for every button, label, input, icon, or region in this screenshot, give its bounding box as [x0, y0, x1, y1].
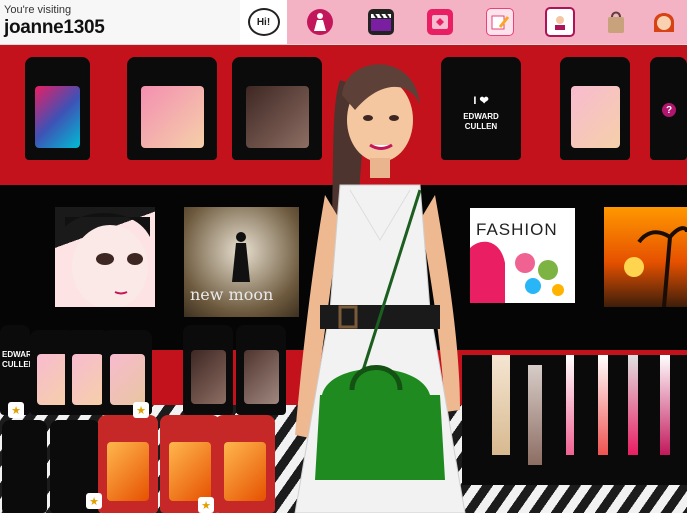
tab-hi[interactable]: Hi! — [240, 0, 287, 44]
notepad-pencil-icon — [485, 8, 514, 36]
star-badge-icon: ★ — [133, 402, 149, 418]
hanging-item[interactable] — [628, 355, 638, 455]
tshirt-item[interactable] — [25, 57, 90, 160]
star-badge-icon: ★ — [198, 497, 214, 513]
hanging-item[interactable] — [492, 355, 510, 455]
anime-girl-poster[interactable] — [55, 207, 155, 309]
tshirt-item[interactable] — [183, 325, 233, 415]
shopping-bag-icon — [603, 9, 629, 35]
tab-avatar[interactable] — [640, 0, 687, 44]
tshirt-item[interactable] — [127, 57, 217, 160]
tab-album[interactable] — [416, 0, 463, 44]
top-bar: You're visiting joanne1305 Hi! — [0, 0, 687, 45]
visited-username[interactable]: joanne1305 — [4, 17, 105, 39]
star-badge-icon: ★ — [8, 402, 24, 418]
help-button[interactable]: ? — [662, 103, 676, 117]
sunset-palm-poster[interactable] — [604, 207, 687, 308]
tab-dollz[interactable] — [296, 0, 343, 44]
visiting-label: You're visiting — [4, 4, 72, 16]
tshirt-text-line: EDWARD — [2, 350, 38, 359]
photo-album-icon — [426, 9, 453, 35]
speech-bubble-icon: Hi! — [247, 8, 280, 36]
anime-face-illustration — [65, 213, 150, 309]
avatar-model[interactable] — [270, 50, 490, 513]
tab-movies[interactable] — [357, 0, 404, 44]
star-badge-icon: ★ — [86, 493, 102, 509]
tab-bar: Hi! — [240, 0, 687, 44]
tab-shop[interactable] — [592, 0, 639, 44]
hanging-item[interactable] — [528, 365, 542, 465]
tshirt-item[interactable] — [560, 57, 630, 160]
clapperboard-icon — [367, 9, 394, 35]
hanging-item[interactable] — [566, 355, 574, 455]
hanging-item[interactable] — [660, 355, 670, 455]
girl-face-icon — [651, 9, 677, 35]
poster-title: new moon — [190, 285, 274, 304]
hanging-item[interactable] — [598, 355, 608, 455]
dress-doll-icon — [306, 9, 333, 35]
tshirt-item[interactable] — [215, 415, 275, 513]
tab-profile[interactable] — [536, 0, 583, 44]
palm-tree-illustration — [624, 226, 687, 308]
profile-photo-icon — [544, 7, 575, 37]
tab-notes[interactable] — [476, 0, 523, 44]
tshirt-item[interactable] — [2, 420, 47, 513]
tshirt-item[interactable] — [98, 415, 158, 513]
tshirt-text-line: CULLEN — [2, 360, 35, 369]
